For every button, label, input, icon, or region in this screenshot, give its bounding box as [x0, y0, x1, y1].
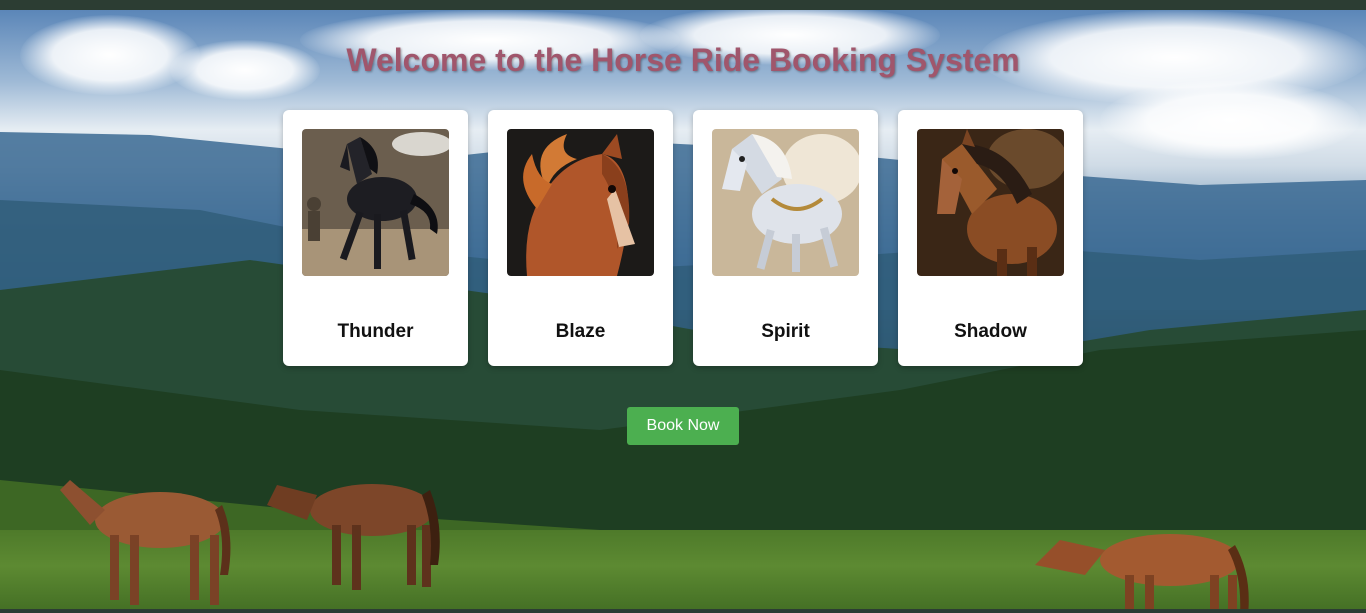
- horse-name: Spirit: [761, 321, 810, 342]
- horse-card-thunder[interactable]: Thunder: [283, 110, 468, 366]
- page-title: Welcome to the Horse Ride Booking System: [346, 42, 1020, 78]
- horse-name: Blaze: [555, 321, 606, 342]
- horse-card-shadow[interactable]: Shadow: [898, 110, 1083, 366]
- grazing-horse-icon: [267, 484, 440, 590]
- grazing-horse-icon: [60, 480, 231, 605]
- white-horse-armored-icon: [712, 129, 859, 276]
- horse-name: Thunder: [337, 321, 414, 342]
- background-landscape: [0, 10, 1366, 609]
- black-horse-galloping-icon: [302, 129, 449, 276]
- horse-card-spirit[interactable]: Spirit: [693, 110, 878, 366]
- grazing-horse-icon: [1035, 534, 1249, 609]
- top-border: [0, 0, 1366, 10]
- bottom-border: [0, 609, 1366, 613]
- book-now-button[interactable]: Book Now: [627, 407, 739, 445]
- chestnut-horse-fiery-mane-icon: [507, 129, 654, 276]
- horse-card-blaze[interactable]: Blaze: [488, 110, 673, 366]
- bay-horse-icon: [917, 129, 1064, 276]
- horse-name: Shadow: [954, 321, 1027, 342]
